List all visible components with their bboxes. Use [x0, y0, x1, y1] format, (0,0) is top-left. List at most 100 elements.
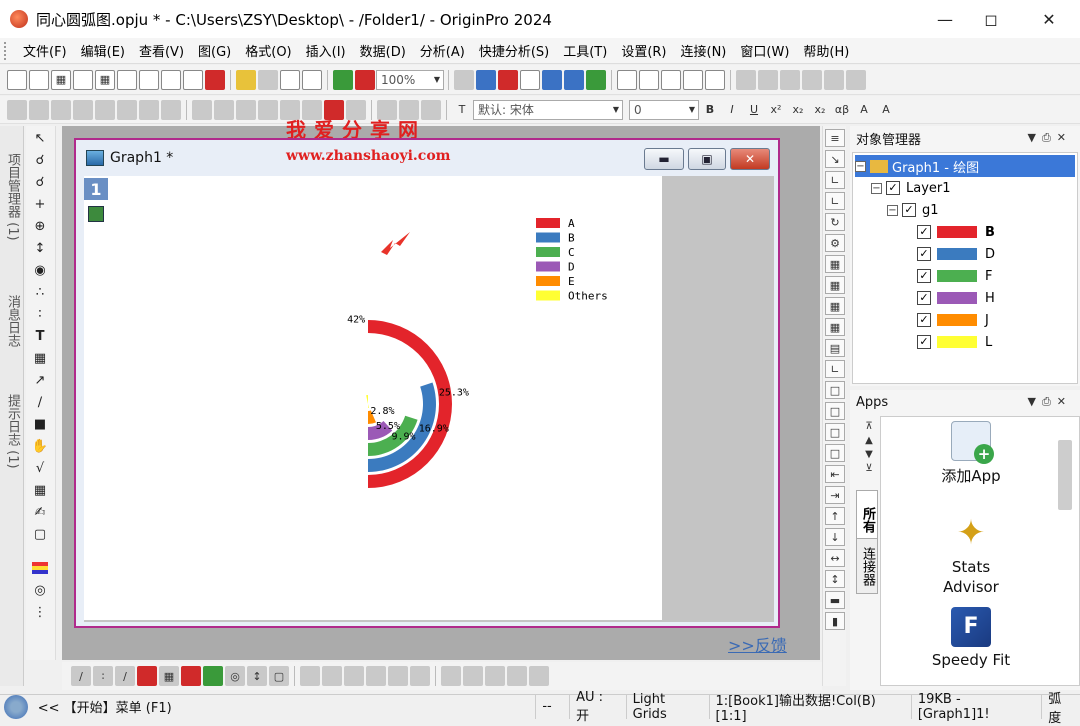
rotate-icon[interactable]: ↻	[825, 213, 845, 231]
text-tool-icon[interactable]: T	[29, 326, 51, 346]
auto-rescale-icon[interactable]: ⚙	[825, 234, 845, 252]
tree-plot-row[interactable]: ✓ L	[917, 331, 992, 353]
extract-layers-icon[interactable]	[236, 99, 256, 120]
layer-management-icon[interactable]	[258, 99, 278, 120]
area-plot-icon[interactable]	[203, 666, 223, 686]
frame-icon[interactable]: □	[825, 381, 845, 399]
open-recent-icon[interactable]	[258, 69, 278, 90]
new-graph-icon[interactable]	[73, 69, 93, 90]
same-width-icon[interactable]: ▬	[825, 591, 845, 609]
menu-graph[interactable]: 图(G)	[191, 41, 238, 60]
back-order-icon[interactable]	[507, 666, 527, 686]
legend-icon[interactable]: ▤	[825, 339, 845, 357]
close-button[interactable]: ✕	[1026, 0, 1072, 38]
subscript-icon[interactable]: x₂	[788, 100, 808, 120]
import-icon[interactable]	[333, 69, 353, 90]
3d-scatter-icon[interactable]	[322, 666, 342, 686]
same-height-icon[interactable]: ▮	[825, 612, 845, 630]
scatter-plot-icon[interactable]: ∶	[93, 666, 113, 686]
sort-icon[interactable]	[780, 69, 800, 90]
plot-checkbox[interactable]: ✓	[917, 291, 931, 305]
save-template-icon[interactable]	[302, 69, 322, 90]
tree-plot-row[interactable]: ✓ B	[917, 221, 995, 243]
collapse-icon[interactable]: −	[855, 160, 866, 172]
supersubscript-icon[interactable]: x₂	[810, 100, 830, 120]
app-speedy-fit[interactable]: F Speedy Fit	[881, 607, 1061, 669]
results-log-icon[interactable]	[564, 69, 584, 90]
graph-minimize-button[interactable]: ▬	[644, 148, 684, 170]
group-icon[interactable]	[441, 666, 461, 686]
ink-icon[interactable]: ✍	[29, 502, 51, 522]
app-add[interactable]: + 添加App	[881, 421, 1061, 486]
menu-format[interactable]: 格式(O)	[238, 41, 298, 60]
menu-connect[interactable]: 连接(N)	[674, 41, 734, 60]
data-selector-icon[interactable]: ↕	[29, 238, 51, 258]
remove-plot-icon[interactable]	[95, 99, 115, 120]
multi-panel-icon[interactable]: ▦	[159, 666, 179, 686]
frame3-icon[interactable]: □	[825, 423, 845, 441]
new-folder-icon[interactable]	[29, 69, 49, 90]
panel-controls-icon[interactable]: ▼⎙✕	[1028, 395, 1072, 409]
new-notes-icon[interactable]	[183, 69, 203, 90]
menu-tools[interactable]: 工具(T)	[556, 41, 614, 60]
box-plot-icon[interactable]	[181, 666, 201, 686]
menu-quick-analysis[interactable]: 快捷分析(S)	[472, 41, 556, 60]
open-icon[interactable]	[236, 69, 256, 90]
data-reader-icon[interactable]: ⊕	[29, 216, 51, 236]
data-display-icon[interactable]	[661, 69, 681, 90]
collapse-icon[interactable]: −	[871, 182, 882, 194]
polar-plot-icon[interactable]: ◎	[225, 666, 245, 686]
line-plot-icon[interactable]: ∕	[71, 666, 91, 686]
underline-icon[interactable]: U	[744, 100, 764, 120]
apps-tab-connector[interactable]: 连接器	[856, 538, 878, 594]
duplicate-icon[interactable]	[476, 69, 496, 90]
status-auto-update[interactable]: AU : 开	[570, 690, 627, 724]
layer-grid3-icon[interactable]: ▦	[825, 318, 845, 336]
app-stats-advisor[interactable]: ✦ Stats Advisor	[881, 513, 1061, 597]
layer-icon[interactable]	[542, 69, 562, 90]
align-center-icon[interactable]: ↔	[825, 549, 845, 567]
command-window-icon[interactable]	[683, 69, 703, 90]
distribute-icon[interactable]	[529, 666, 549, 686]
rectangle-tool-icon[interactable]: ■	[29, 414, 51, 434]
menu-analysis[interactable]: 分析(A)	[413, 41, 472, 60]
align-bottom-icon[interactable]: ↓	[825, 528, 845, 546]
refresh-icon[interactable]	[498, 69, 518, 90]
new-matrix-icon[interactable]: ▦	[95, 69, 115, 90]
undo-icon[interactable]	[161, 99, 181, 120]
frame4-icon[interactable]: □	[825, 444, 845, 462]
statistics-icon[interactable]	[758, 69, 778, 90]
tree-plot-row[interactable]: ✓ D	[917, 243, 995, 265]
origin-app-icon[interactable]	[10, 10, 28, 28]
minimize-button[interactable]: —	[922, 0, 968, 38]
script-window-icon[interactable]	[705, 69, 725, 90]
draw-data-icon[interactable]: ∴	[29, 282, 51, 302]
graph-frame-icon[interactable]	[117, 99, 137, 120]
zoom-tool-icon[interactable]	[639, 69, 659, 90]
decrease-font-icon[interactable]: A	[876, 100, 896, 120]
status-start-menu[interactable]: << 【开始】菜单 (F1)	[32, 694, 537, 719]
equation-tool-icon[interactable]: √	[29, 458, 51, 478]
frame2-icon[interactable]: □	[825, 402, 845, 420]
plot-checkbox[interactable]: ✓	[917, 335, 931, 349]
plot-checkbox[interactable]: ✓	[917, 269, 931, 283]
image-plot-icon[interactable]	[410, 666, 430, 686]
arrange-layers-icon[interactable]	[192, 99, 212, 120]
rescale-axes-icon[interactable]: ↘	[825, 150, 845, 168]
more-tools-icon[interactable]: ⋮	[29, 602, 51, 622]
object-icon[interactable]: ▢	[29, 524, 51, 544]
plot-checkbox[interactable]: ✓	[917, 313, 931, 327]
panel-controls-icon[interactable]: ▼⎙✕	[1028, 131, 1072, 145]
layer-checkbox[interactable]: ✓	[886, 181, 900, 195]
graph-page[interactable]: 1 42% 25.3% 16.9% 9.9% 5.5% 2.8% A B C D E Others	[84, 176, 662, 620]
menu-window[interactable]: 窗口(W)	[733, 41, 796, 60]
tree-plot-row[interactable]: ✓ J	[917, 309, 989, 331]
3d-bar-icon[interactable]	[344, 666, 364, 686]
line-symbol-icon[interactable]: ∕	[115, 666, 135, 686]
menu-settings[interactable]: 设置(R)	[614, 41, 673, 60]
scatter-tool-icon[interactable]: ∶	[29, 304, 51, 324]
font-family-select[interactable]: 默认: 宋体 ▼	[473, 99, 623, 120]
menu-view[interactable]: 查看(V)	[132, 41, 191, 60]
arrow-tool-icon[interactable]: ↗	[29, 370, 51, 390]
pin-icon[interactable]	[139, 99, 159, 120]
